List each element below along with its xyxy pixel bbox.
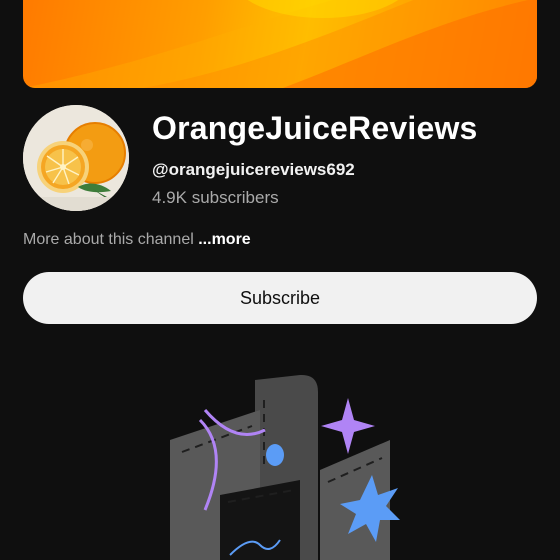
channel-illustration-icon: [170, 374, 400, 560]
about-text: More about this channel: [23, 231, 194, 248]
channel-handle: @orangejuicereviews692: [152, 160, 355, 179]
channel-page: OrangeJuiceReviews @orangejuicereviews69…: [0, 0, 560, 560]
empty-channel-illustration: [160, 370, 400, 560]
channel-avatar[interactable]: [23, 105, 129, 211]
orange-fruit-icon: [23, 105, 129, 211]
more-link[interactable]: ...more: [198, 231, 250, 248]
channel-name: OrangeJuiceReviews: [152, 110, 478, 146]
subscriber-count: 4.9K subscribers: [152, 188, 279, 207]
channel-banner: [23, 0, 537, 88]
banner-swirl-graphic: [23, 0, 537, 88]
subscribe-button[interactable]: Subscribe: [23, 272, 537, 324]
channel-about[interactable]: More about this channel ...more: [23, 231, 251, 249]
